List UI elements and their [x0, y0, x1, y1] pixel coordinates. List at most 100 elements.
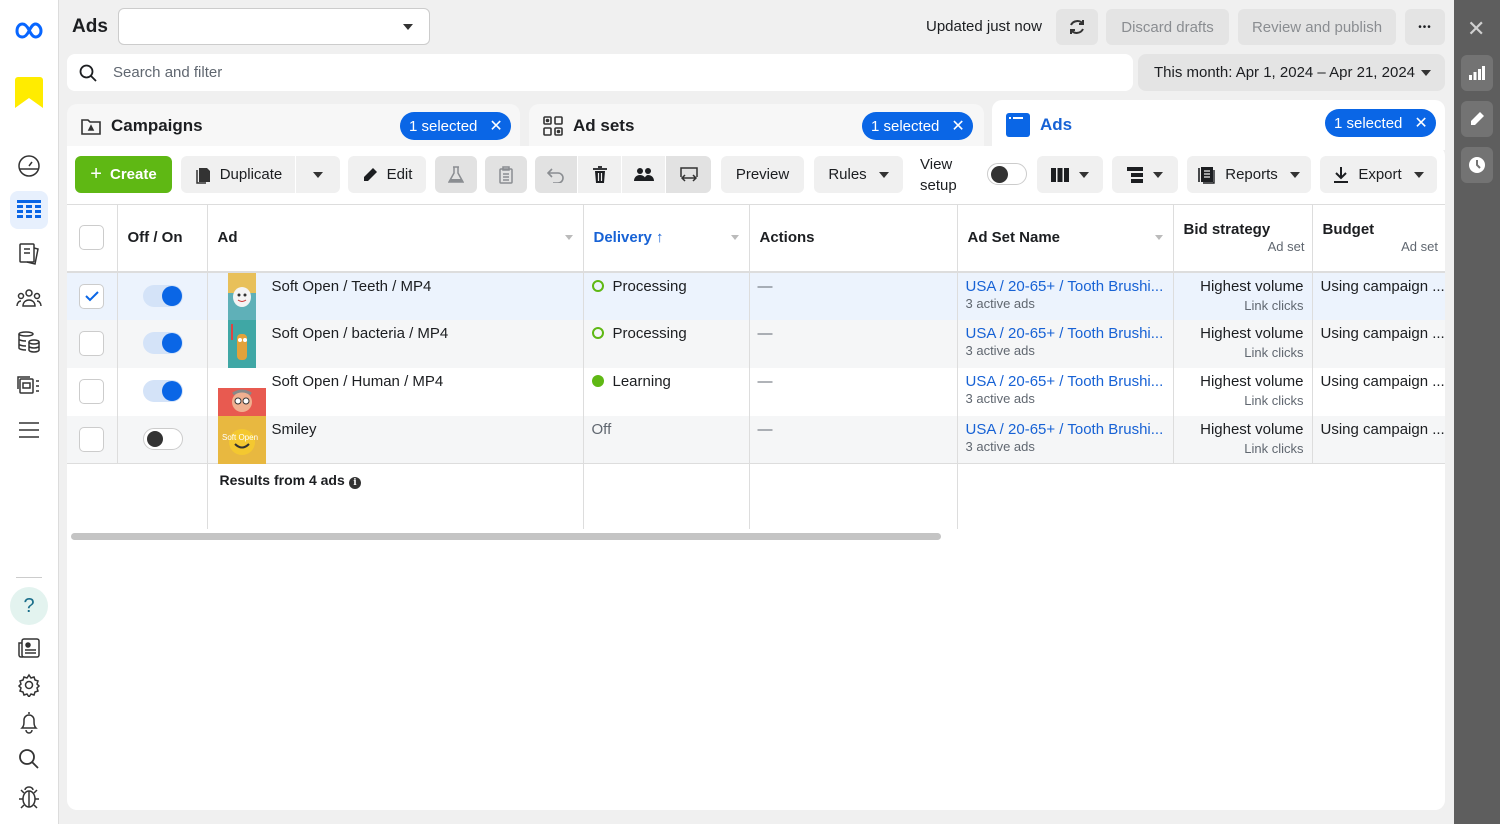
- ads-selected-badge[interactable]: 1 selected ✕: [1325, 109, 1436, 137]
- ad-on-off-toggle[interactable]: [142, 427, 183, 450]
- audiences-people-icon[interactable]: [10, 279, 48, 317]
- rules-dropdown[interactable]: Rules: [814, 156, 903, 193]
- clear-selection-icon[interactable]: ✕: [951, 116, 964, 136]
- search-input[interactable]: [113, 64, 1013, 81]
- col-header-ad-set-name[interactable]: Ad Set Name: [957, 204, 1174, 273]
- download-icon: [1334, 166, 1349, 183]
- badge-text: 1 selected: [871, 117, 940, 135]
- clear-selection-icon[interactable]: ✕: [1414, 113, 1427, 133]
- all-tools-menu-icon[interactable]: [10, 411, 48, 449]
- billing-coins-icon[interactable]: [10, 323, 48, 361]
- info-icon[interactable]: i: [348, 477, 361, 489]
- discard-drafts-button[interactable]: Discard drafts: [1106, 9, 1229, 45]
- notifications-bell-icon[interactable]: [10, 703, 48, 741]
- sort-caret-icon[interactable]: [730, 235, 739, 240]
- col-header-actions[interactable]: Actions: [749, 204, 958, 273]
- table-row[interactable]: Soft Open / Teeth / MP4 Processing — USA…: [67, 271, 1445, 321]
- ad-thumbnail[interactable]: Soft Open: [217, 415, 266, 464]
- tab-campaigns-label: Campaigns: [111, 116, 203, 135]
- search-icon[interactable]: [10, 740, 48, 778]
- audience-button[interactable]: [622, 156, 665, 193]
- help-icon[interactable]: ?: [10, 587, 48, 625]
- settings-gear-icon[interactable]: [10, 666, 48, 704]
- reports-dropdown[interactable]: Reports: [1187, 156, 1311, 193]
- sort-caret-icon[interactable]: [564, 235, 573, 240]
- clipboard-button[interactable]: [485, 156, 527, 193]
- bookmark-app-icon[interactable]: [10, 75, 48, 113]
- row-checkbox[interactable]: [79, 426, 104, 452]
- review-publish-button[interactable]: Review and publish: [1238, 9, 1396, 45]
- col-header-ad[interactable]: Ad: [207, 204, 584, 273]
- ab-test-button[interactable]: [435, 156, 477, 193]
- catalog-icon[interactable]: [10, 367, 48, 405]
- ads-manager-table-icon[interactable]: [10, 191, 48, 229]
- date-range-picker[interactable]: This month: Apr 1, 2024 – Apr 21, 2024: [1138, 54, 1445, 91]
- ad-name[interactable]: Smiley: [272, 421, 317, 438]
- row-checkbox[interactable]: [79, 330, 104, 356]
- ad-set-name-link[interactable]: USA / 20-65+ / Tooth Brushi...: [966, 325, 1165, 342]
- create-button[interactable]: + Create: [75, 156, 172, 193]
- campaigns-selected-badge[interactable]: 1 selected ✕: [400, 112, 511, 140]
- dashboard-gauge-icon[interactable]: [10, 147, 48, 185]
- delete-button[interactable]: [578, 156, 621, 193]
- col-header-budget[interactable]: Budget Ad set: [1312, 204, 1445, 273]
- close-panel-icon[interactable]: ✕: [1467, 16, 1485, 42]
- table-row[interactable]: Soft Open Smiley Off — USA / 20-65+ / Too…: [67, 415, 1445, 464]
- sort-caret-icon[interactable]: [1154, 235, 1163, 240]
- row-checkbox[interactable]: [79, 283, 104, 309]
- ad-set-name-link[interactable]: USA / 20-65+ / Tooth Brushi...: [966, 373, 1165, 390]
- horizontal-scrollbar[interactable]: [71, 533, 941, 540]
- report-bug-icon[interactable]: [10, 778, 48, 816]
- ad-name[interactable]: Soft Open / bacteria / MP4: [272, 325, 449, 342]
- ad-set-name-link[interactable]: USA / 20-65+ / Tooth Brushi...: [966, 278, 1165, 295]
- edit-pencil-icon[interactable]: [1461, 101, 1493, 137]
- breakdown-dropdown[interactable]: [1112, 156, 1178, 193]
- ad-name[interactable]: Soft Open / Human / MP4: [272, 373, 444, 390]
- ad-account-dropdown[interactable]: [118, 8, 430, 45]
- actions-value: —: [757, 277, 773, 295]
- ad-on-off-toggle[interactable]: [142, 331, 183, 354]
- view-setup-toggle[interactable]: [987, 163, 1027, 185]
- undo-button[interactable]: [535, 156, 577, 193]
- more-options-button[interactable]: •••: [1405, 9, 1445, 45]
- meta-logo-icon[interactable]: [10, 12, 48, 50]
- select-all-checkbox[interactable]: [79, 225, 104, 251]
- col-header-budget-label: Budget: [1322, 221, 1375, 238]
- export-label: Export: [1358, 166, 1402, 183]
- ad-thumbnail[interactable]: [218, 319, 266, 368]
- ad-sets-selected-badge[interactable]: 1 selected ✕: [862, 112, 973, 140]
- ad-on-off-toggle[interactable]: [142, 379, 183, 402]
- preview-button[interactable]: Preview: [721, 156, 804, 193]
- edit-button[interactable]: Edit: [348, 156, 426, 193]
- badge-text: 1 selected: [1334, 114, 1403, 132]
- ad-thumbnail[interactable]: [217, 378, 266, 416]
- columns-dropdown[interactable]: [1037, 156, 1103, 193]
- export-dropdown[interactable]: Export: [1320, 156, 1437, 193]
- col-header-delivery[interactable]: Delivery ↑: [583, 204, 750, 273]
- news-feed-icon[interactable]: [10, 629, 48, 667]
- duplicate-options-dropdown[interactable]: [296, 156, 340, 193]
- history-clock-icon[interactable]: [1461, 147, 1493, 183]
- ad-set-name-link[interactable]: USA / 20-65+ / Tooth Brushi...: [966, 421, 1165, 438]
- campaign-folder-icon: [81, 119, 101, 135]
- table-row[interactable]: Soft Open / Human / MP4 Learning — USA /…: [67, 367, 1445, 416]
- reports-icon: [1198, 166, 1215, 184]
- refresh-button[interactable]: [1056, 9, 1098, 45]
- col-header-off-on[interactable]: Off / On: [117, 204, 208, 273]
- compare-button[interactable]: [666, 156, 711, 193]
- ad-thumbnail[interactable]: [218, 272, 266, 321]
- performance-chart-icon[interactable]: [1461, 55, 1493, 91]
- tab-ad-sets[interactable]: Ad sets 1 selected ✕: [529, 104, 984, 148]
- duplicate-button[interactable]: Duplicate: [181, 156, 295, 193]
- row-checkbox[interactable]: [79, 378, 104, 404]
- ad-name[interactable]: Soft Open / Teeth / MP4: [272, 278, 432, 295]
- pages-documents-icon[interactable]: [10, 235, 48, 273]
- tab-campaigns[interactable]: Campaigns 1 selected ✕: [67, 104, 520, 148]
- col-header-bid-strategy[interactable]: Bid strategy Ad set: [1173, 204, 1313, 273]
- ads-table: Off / On Ad Delivery ↑ Actions Ad Set Na…: [67, 204, 1445, 529]
- ad-on-off-toggle[interactable]: [142, 284, 183, 307]
- clear-selection-icon[interactable]: ✕: [489, 116, 502, 136]
- badge-text: 1 selected: [409, 117, 478, 135]
- table-row[interactable]: Soft Open / bacteria / MP4 Processing — …: [67, 319, 1445, 368]
- tab-ads[interactable]: Ads 1 selected ✕: [992, 100, 1445, 150]
